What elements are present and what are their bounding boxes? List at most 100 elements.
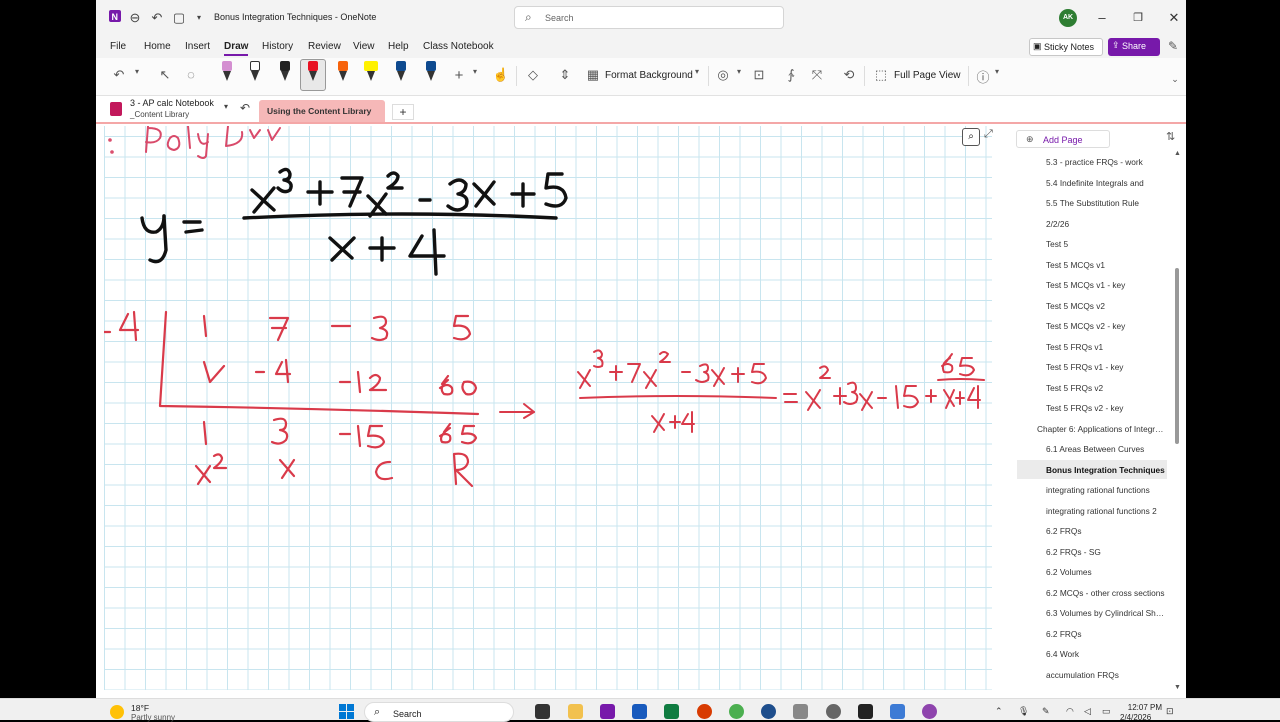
excel-icon[interactable] bbox=[664, 704, 679, 719]
page-item[interactable]: 6.2 FRQs - SG bbox=[1017, 542, 1167, 561]
sticky-notes-button[interactable]: ▣ Sticky Notes bbox=[1029, 38, 1103, 56]
pen-black-icon[interactable] bbox=[278, 61, 292, 87]
collapse-ribbon-chevron-icon[interactable]: ⌄ bbox=[1166, 74, 1184, 85]
tray-chevron-icon[interactable]: ⌃ bbox=[995, 706, 1003, 717]
weather-description[interactable]: Partly sunny bbox=[131, 713, 175, 722]
tab-home[interactable]: Home bbox=[144, 41, 171, 52]
page-item[interactable]: 6.2 FRQs bbox=[1017, 624, 1167, 643]
page-item[interactable]: 6.1 Areas Between Curves bbox=[1017, 439, 1167, 458]
section-group-name[interactable]: _Content Library bbox=[130, 110, 189, 119]
notifications-icon[interactable]: ⊡ bbox=[1166, 706, 1174, 717]
page-item[interactable]: integrating rational functions bbox=[1017, 480, 1167, 499]
taskbar-search[interactable]: ⌕ Search bbox=[364, 702, 514, 722]
settings-icon[interactable] bbox=[826, 704, 841, 719]
terminal-icon[interactable] bbox=[858, 704, 873, 719]
tab-file[interactable]: File bbox=[110, 41, 126, 52]
battery-icon[interactable]: ▭ bbox=[1102, 706, 1111, 717]
notebook-dropdown-icon[interactable]: ▾ bbox=[224, 102, 228, 111]
pen-red-icon[interactable] bbox=[306, 61, 320, 87]
sort-pages-icon[interactable]: ⇅ bbox=[1166, 130, 1175, 143]
page-item[interactable]: Test 5 MCQs v1 bbox=[1017, 255, 1167, 274]
add-page-button[interactable]: ⊕ Add Page bbox=[1016, 130, 1110, 148]
close-button[interactable]: ✕ bbox=[1162, 8, 1186, 28]
volume-icon[interactable]: ◁ bbox=[1084, 706, 1091, 717]
pen-orange-icon[interactable] bbox=[336, 61, 350, 87]
quick-access-chevron-icon[interactable]: ▾ bbox=[190, 9, 208, 27]
pdf-reader-icon[interactable] bbox=[697, 704, 712, 719]
page-list-scrollbar[interactable]: ▲ ▼ bbox=[1174, 150, 1181, 691]
app-blue-icon[interactable] bbox=[890, 704, 905, 719]
help-dropdown-icon[interactable]: ▾ bbox=[988, 67, 1006, 76]
wifi-icon[interactable]: ◠ bbox=[1066, 706, 1074, 717]
maximize-button[interactable]: ❐ bbox=[1126, 8, 1150, 28]
format-background-button[interactable]: Format Background bbox=[605, 70, 693, 81]
full-page-view-button[interactable]: Full Page View bbox=[894, 70, 961, 81]
page-item[interactable]: 6.3 Volumes by Cylindrical Shells bbox=[1017, 603, 1167, 622]
eraser-icon[interactable]: ◇ bbox=[524, 67, 542, 83]
scrollbar-thumb[interactable] bbox=[1175, 268, 1179, 444]
onenote-taskbar-icon[interactable] bbox=[600, 704, 615, 719]
pen-lavender-icon[interactable] bbox=[220, 61, 234, 87]
ink-to-math-icon[interactable]: ∱ bbox=[782, 67, 800, 83]
temperature[interactable]: 18°F bbox=[131, 703, 149, 713]
page-item[interactable]: 6.2 MCQs - other cross sections bbox=[1017, 583, 1167, 602]
page-item[interactable]: Test 5 FRQs v1 - key bbox=[1017, 357, 1167, 376]
chrome-icon[interactable] bbox=[729, 704, 744, 719]
scroll-down-icon[interactable]: ▼ bbox=[1174, 684, 1181, 691]
pen-white-icon[interactable] bbox=[248, 61, 262, 87]
page-item[interactable]: Test 5 bbox=[1017, 234, 1167, 253]
pen-app-icon[interactable] bbox=[793, 704, 808, 719]
feedback-icon[interactable]: ✎ bbox=[1168, 39, 1178, 53]
add-section-button[interactable]: + bbox=[392, 104, 414, 120]
pen-navy-2-icon[interactable] bbox=[424, 61, 438, 87]
tab-history[interactable]: History bbox=[262, 41, 293, 52]
tab-view[interactable]: View bbox=[353, 41, 375, 52]
tab-help[interactable]: Help bbox=[388, 41, 409, 52]
page-item[interactable]: Test 5 FRQs v2 bbox=[1017, 378, 1167, 397]
page-item[interactable]: accumulation FRQs bbox=[1017, 665, 1167, 684]
touch-draw-icon[interactable]: ☝ bbox=[492, 67, 510, 83]
notebook-name[interactable]: 3 - AP calc Notebook bbox=[130, 98, 214, 108]
page-item[interactable]: 5.4 Indefinite Integrals and bbox=[1017, 173, 1167, 192]
app-icon[interactable] bbox=[761, 704, 776, 719]
format-background-icon[interactable]: ▦ bbox=[584, 67, 602, 83]
page-item[interactable]: Test 5 FRQs v2 - key bbox=[1017, 398, 1167, 417]
page-item[interactable]: Test 5 MCQs v1 - key bbox=[1017, 275, 1167, 294]
word-icon[interactable] bbox=[632, 704, 647, 719]
ink-replay-icon[interactable]: ⟲ bbox=[840, 67, 858, 83]
add-pen-dropdown-icon[interactable]: ▾ bbox=[466, 67, 484, 76]
start-button[interactable] bbox=[339, 704, 355, 720]
select-cursor-icon[interactable]: ↖ bbox=[156, 67, 174, 83]
tab-review[interactable]: Review bbox=[308, 41, 341, 52]
undo-dropdown-icon[interactable]: ▾ bbox=[128, 67, 146, 76]
page-item[interactable]: 2/2/26 bbox=[1017, 214, 1167, 233]
page-item[interactable]: Bonus Integration Techniques bbox=[1017, 459, 1167, 479]
pen-tray-icon[interactable]: ✎ bbox=[1042, 706, 1050, 717]
task-view-icon[interactable] bbox=[535, 704, 550, 719]
page-item[interactable]: Test 5 MCQs v2 bbox=[1017, 296, 1167, 315]
avatar[interactable]: AK bbox=[1059, 9, 1077, 27]
shapes-dropdown-icon[interactable]: ▾ bbox=[730, 67, 748, 76]
page-item[interactable]: 6.2 Volumes bbox=[1017, 562, 1167, 581]
search-input[interactable]: ⌕ Search bbox=[514, 6, 784, 29]
clock-time[interactable]: 12:07 PM bbox=[1122, 703, 1162, 712]
full-page-view-icon[interactable]: ⬚ bbox=[872, 67, 890, 83]
ink-to-shape-icon[interactable]: ⊡ bbox=[750, 67, 768, 83]
app-purple-icon[interactable] bbox=[922, 704, 937, 719]
scroll-up-icon[interactable]: ▲ bbox=[1174, 150, 1181, 157]
navigate-back-icon[interactable]: ↶ bbox=[240, 101, 250, 115]
clock-date[interactable]: 2/4/2026 bbox=[1120, 713, 1151, 722]
highlighter-yellow-icon[interactable] bbox=[364, 61, 378, 87]
dock-icon[interactable]: ▢ bbox=[170, 9, 188, 27]
page-item[interactable]: integrating rational functions 2 bbox=[1017, 501, 1167, 520]
share-button[interactable]: ⇪ Share bbox=[1108, 38, 1160, 56]
undo-icon[interactable]: ↶ bbox=[110, 67, 128, 83]
tab-class-notebook[interactable]: Class Notebook bbox=[423, 41, 494, 52]
back-icon[interactable]: ⊖ bbox=[126, 9, 144, 27]
minimize-button[interactable]: – bbox=[1090, 8, 1114, 28]
microphone-icon[interactable]: 🎙 bbox=[1018, 706, 1029, 717]
weather-icon[interactable] bbox=[110, 705, 124, 719]
format-background-dropdown-icon[interactable]: ▾ bbox=[688, 67, 706, 76]
page-search-icon[interactable]: ⌕ bbox=[962, 128, 980, 146]
page-item[interactable]: 5.5 The Substitution Rule bbox=[1017, 193, 1167, 212]
